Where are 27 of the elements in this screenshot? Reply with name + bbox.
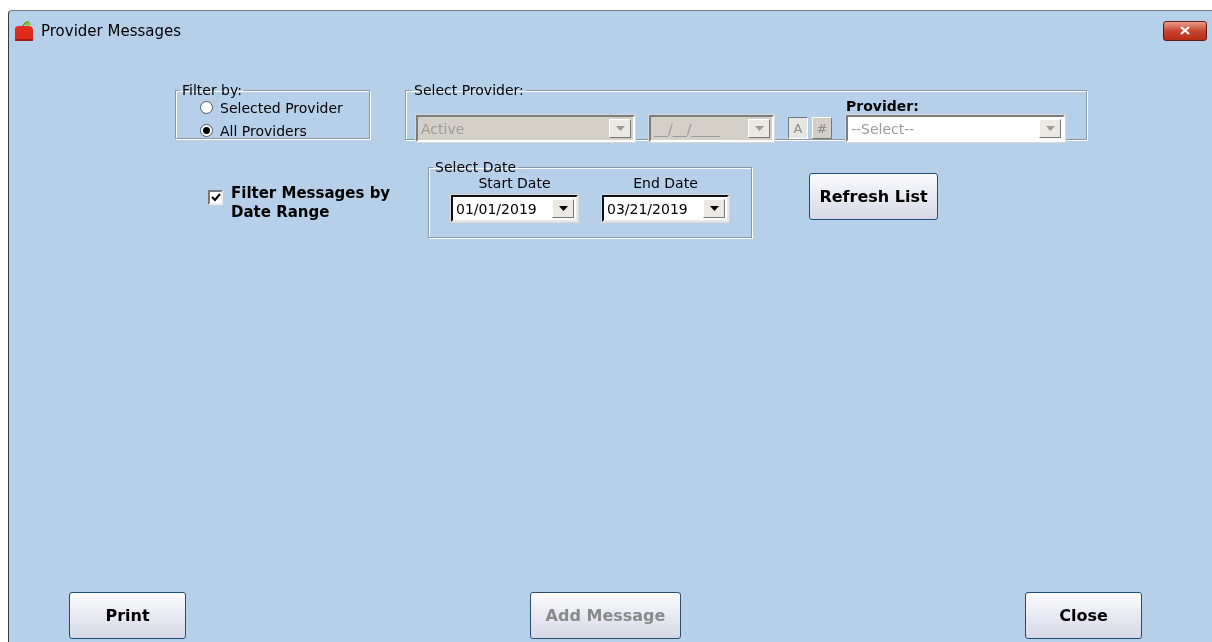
radio-button[interactable]	[200, 124, 213, 137]
group-label: Select Date	[434, 159, 518, 175]
checkbox[interactable]	[208, 190, 223, 205]
dropdown-arrow-icon	[709, 206, 719, 211]
dropdown-arrow-icon	[754, 126, 764, 131]
app-icon	[13, 20, 35, 41]
date-label: End Date	[633, 175, 698, 191]
provider-label: Provider:	[846, 98, 920, 114]
close-icon[interactable]	[1163, 20, 1207, 41]
radio-label: Selected Provider	[220, 99, 343, 116]
radio-button[interactable]	[200, 101, 213, 114]
radio-label: All Providers	[220, 122, 307, 139]
checkbox-label: Filter Messages by Date Range	[231, 184, 392, 222]
toggle-button[interactable]: #	[812, 117, 832, 139]
date-picker[interactable]: 03/21/2019	[602, 195, 729, 222]
refresh-button[interactable]: Refresh List	[809, 173, 938, 220]
date-picker[interactable]: 01/01/2019	[451, 195, 578, 222]
date-label: Start Date	[478, 175, 551, 191]
toggle-button[interactable]: A	[788, 117, 808, 139]
group-label: Select Provider:	[413, 82, 525, 98]
window-title: Provider Messages	[41, 21, 183, 40]
action-button[interactable]: Print	[69, 592, 186, 639]
dropdown-arrow-icon	[558, 206, 568, 211]
dropdown-arrow-icon	[1045, 126, 1055, 131]
dropdown-arrow-icon	[615, 126, 625, 131]
action-button[interactable]: Close	[1025, 592, 1142, 639]
group-label: Filter by:	[181, 82, 243, 98]
